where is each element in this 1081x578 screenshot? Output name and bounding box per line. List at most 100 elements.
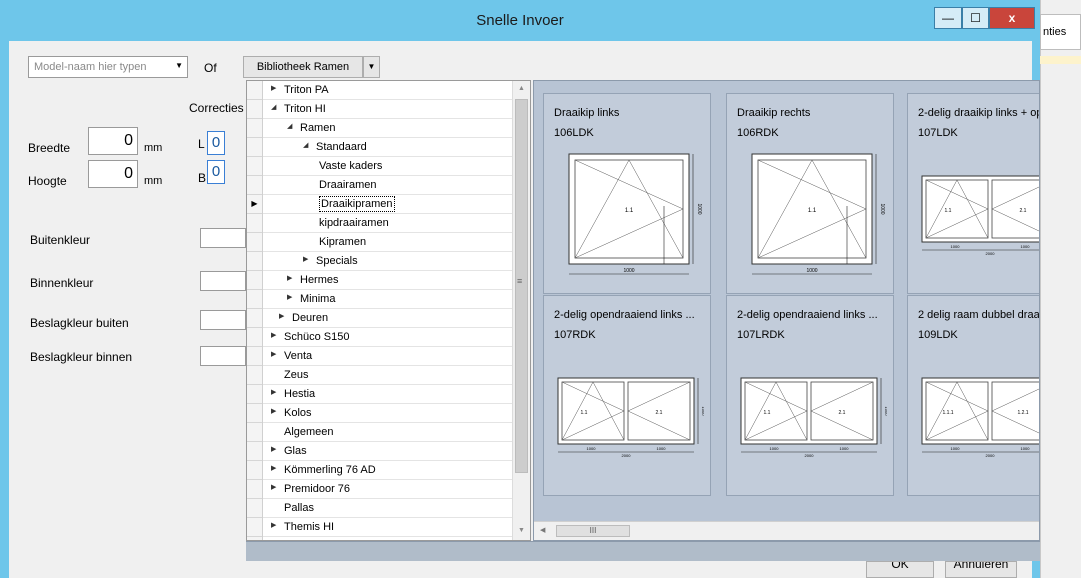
window-type-card[interactable]: 2-delig draaikip links + ope... 107LDK 1.1… [907, 93, 1039, 294]
binnenkleur-field[interactable] [200, 271, 246, 291]
window-type-card[interactable]: Draaikip rechts 106RDK 1.1 1000 1000 [726, 93, 894, 294]
library-dropdown-icon[interactable]: ▼ [363, 56, 380, 78]
tree-item[interactable]: ▶ Schüco S150 [263, 328, 512, 347]
library-tree: ▶ ▶ Triton PA ◢ Triton HI ◢ Ramen ◢ Standaard Va… [246, 80, 531, 541]
tree-collapsed-icon[interactable]: ▶ [303, 255, 308, 263]
row-header-cell[interactable] [247, 366, 262, 385]
tree-collapsed-icon[interactable]: ▶ [287, 274, 292, 282]
window-type-card[interactable]: Draaikip links 106LDK 1.1 1000 1000 [543, 93, 711, 294]
window-type-card[interactable]: 2-delig opendraaiend links ... 107RDK 1.1 2… [543, 295, 711, 496]
correctie-b-input[interactable]: 0 [207, 160, 225, 184]
tree-collapsed-icon[interactable]: ▶ [279, 312, 284, 320]
row-header-cell[interactable] [247, 176, 262, 195]
tree-collapsed-icon[interactable]: ▶ [271, 84, 276, 92]
beslagkleur-binnen-field[interactable] [200, 346, 246, 366]
row-header-cell[interactable] [247, 157, 262, 176]
row-header-cell[interactable] [247, 404, 262, 423]
tree-collapsed-icon[interactable]: ▶ [271, 464, 276, 472]
tree-item[interactable]: ▶ Venta [263, 347, 512, 366]
buitenkleur-field[interactable] [200, 228, 246, 248]
tree-item[interactable]: ▶ Kolos [263, 404, 512, 423]
tree-collapsed-icon[interactable]: ▶ [271, 445, 276, 453]
tree-item[interactable]: Vaste kaders [263, 157, 512, 176]
tree-item[interactable]: ▶ Kömmerling 76 AD [263, 461, 512, 480]
tree-item[interactable]: Pallas [263, 499, 512, 518]
tree-item[interactable]: Zeus [263, 366, 512, 385]
library-button[interactable]: Bibliotheek Ramen [243, 56, 363, 78]
gallery-scrollbar[interactable]: ◀ III [534, 521, 1039, 540]
tree-item[interactable]: ▶ Minima [263, 290, 512, 309]
row-header-cell[interactable] [247, 461, 262, 480]
tree-item[interactable]: Draairamen [263, 176, 512, 195]
tree-item[interactable]: ◢ Triton HI [263, 100, 512, 119]
row-header-cell[interactable] [247, 480, 262, 499]
tree-item[interactable]: ▶ Glas [263, 442, 512, 461]
row-header-cell[interactable] [247, 252, 262, 271]
tree-scroll-thumb[interactable] [515, 99, 528, 473]
hoogte-input[interactable]: 0 [88, 160, 138, 188]
row-header-cell[interactable] [247, 214, 262, 233]
tree-collapsed-icon[interactable]: ▶ [271, 483, 276, 491]
minimize-button[interactable]: — [934, 7, 962, 29]
model-name-combobox[interactable]: Model-naam hier typen ▼ [28, 56, 188, 78]
row-header-cell[interactable] [247, 442, 262, 461]
tree-item[interactable]: kipdraairamen [263, 214, 512, 233]
tree-item[interactable]: ▶ Themis HI [263, 518, 512, 537]
tree-collapsed-icon[interactable]: ▶ [271, 350, 276, 358]
row-header-cell[interactable] [247, 328, 262, 347]
tree-item[interactable]: ▶ Hestia [263, 385, 512, 404]
window-type-card[interactable]: 2 delig raam dubbel draaiki... 109LDK 1.1.… [907, 295, 1039, 496]
row-header-cell[interactable] [247, 271, 262, 290]
tree-expanded-icon[interactable]: ◢ [303, 141, 308, 149]
tree-expanded-icon[interactable]: ◢ [271, 103, 276, 111]
tree-item[interactable]: ▶ Hermes [263, 271, 512, 290]
window-drawing-icon: 1.1 2.1 1000 1000 1000 2000 [740, 377, 887, 458]
tree-item-label: Draairamen [319, 179, 377, 191]
beslagkleur-buiten-field[interactable] [200, 310, 246, 330]
row-header-cell[interactable] [247, 423, 262, 442]
tree-item[interactable]: ◢ Ramen [263, 119, 512, 138]
row-header-cell[interactable] [247, 290, 262, 309]
row-header-cell[interactable] [247, 138, 262, 157]
row-header-cell[interactable]: ▶ [247, 195, 262, 214]
row-header-cell[interactable] [247, 81, 262, 100]
row-header-cell[interactable] [247, 347, 262, 366]
tree-collapsed-icon[interactable]: ▶ [271, 407, 276, 415]
tree-collapsed-icon[interactable]: ▶ [271, 331, 276, 339]
scroll-up-icon[interactable]: ▲ [518, 85, 525, 92]
tree-scrollbar[interactable]: ▲ ≡ ▼ [512, 81, 530, 540]
row-header-cell[interactable] [247, 119, 262, 138]
close-button[interactable]: x [989, 7, 1035, 29]
background-tab[interactable]: nties [1040, 14, 1081, 50]
tree-item[interactable]: ▶ Deuren [263, 309, 512, 328]
window-type-card[interactable]: 2-delig opendraaiend links ... 107LRDK 1.1… [726, 295, 894, 496]
row-header-cell[interactable] [247, 499, 262, 518]
tree-expanded-icon[interactable]: ◢ [287, 122, 292, 130]
row-header-cell[interactable] [247, 518, 262, 537]
row-header-cell[interactable] [247, 100, 262, 119]
tree-item[interactable]: Algemeen [263, 423, 512, 442]
correctie-l-input[interactable]: 0 [207, 131, 225, 155]
gallery-scroll-thumb[interactable]: III [556, 525, 630, 537]
tree-item[interactable]: ▶ Premidoor 76 [263, 480, 512, 499]
ok-button[interactable]: OK [866, 561, 934, 578]
tree-collapsed-icon[interactable]: ▶ [271, 521, 276, 529]
tree-item[interactable]: Draaikipramen [263, 195, 512, 214]
maximize-button[interactable]: ☐ [962, 7, 989, 29]
scroll-down-icon[interactable]: ▼ [518, 527, 525, 534]
tree-collapsed-icon[interactable]: ▶ [271, 388, 276, 396]
tree-item[interactable]: ▶ Specials [263, 252, 512, 271]
scroll-left-icon[interactable]: ◀ [540, 526, 545, 534]
window-drawing-icon: 1.1.11.2.11000100010002000 [921, 377, 1039, 458]
row-header-cell[interactable] [247, 309, 262, 328]
chevron-down-icon[interactable]: ▼ [175, 61, 183, 70]
tree-item[interactable]: ◢ Standaard [263, 138, 512, 157]
title-bar[interactable]: Snelle Invoer — ☐ x [0, 0, 1040, 41]
row-header-cell[interactable] [247, 385, 262, 404]
cancel-button[interactable]: Annuleren [945, 561, 1017, 578]
tree-item[interactable]: ▶ Triton PA [263, 81, 512, 100]
row-header-cell[interactable] [247, 233, 262, 252]
tree-item[interactable]: Kipramen [263, 233, 512, 252]
breedte-input[interactable]: 0 [88, 127, 138, 155]
tree-collapsed-icon[interactable]: ▶ [287, 293, 292, 301]
